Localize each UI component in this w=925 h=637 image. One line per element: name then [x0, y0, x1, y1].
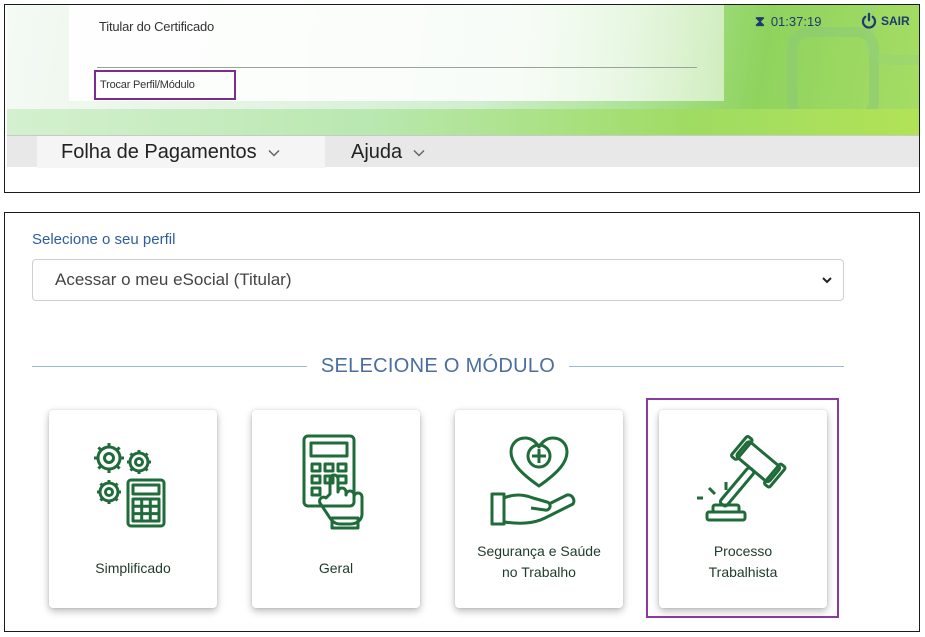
module-highlight: [646, 398, 839, 618]
module-label-line: Segurança e Saúde: [477, 543, 601, 559]
menu-item-label: Ajuda: [351, 140, 403, 163]
certificate-title: Titular do Certificado: [99, 19, 215, 34]
header-panel: Titular do Certificado Trocar Perfil/Mód…: [4, 4, 920, 193]
profile-label: Selecione o seu perfil: [32, 231, 176, 248]
calculator-hand-icon: [302, 434, 364, 530]
divider-line: [32, 365, 307, 367]
menu-item-label: Folha de Pagamentos: [61, 140, 257, 163]
module-label: Segurança e Saúde no Trabalho: [455, 541, 623, 583]
divider-line: [97, 67, 697, 68]
module-selection-panel: Selecione o seu perfil Acessar o meu eSo…: [4, 212, 920, 632]
profile-select-value: Acessar o meu eSocial (Titular): [55, 270, 292, 289]
logout-label: SAIR: [881, 14, 910, 28]
module-section-heading: SELECIONE O MÓDULO: [32, 354, 844, 378]
menu-item-ajuda[interactable]: Ajuda: [351, 136, 426, 168]
module-label: Simplificado: [95, 560, 171, 576]
session-timer-value: 01:37:19: [770, 14, 822, 29]
module-heading-text: SELECIONE O MÓDULO: [320, 354, 556, 377]
module-card-simplificado[interactable]: Simplificado: [49, 410, 217, 608]
profile-select[interactable]: Acessar o meu eSocial (Titular): [32, 259, 844, 301]
session-timer: ⧗ 01:37:19: [755, 13, 821, 30]
module-label-line: no Trabalho: [502, 564, 576, 580]
heart-hand-icon: [490, 436, 576, 526]
main-menu: Folha de Pagamentos Ajuda: [7, 135, 919, 168]
module-card-geral[interactable]: Geral: [252, 410, 420, 608]
module-card-seguranca-saude[interactable]: Segurança e Saúde no Trabalho: [455, 410, 623, 608]
menu-item-folha-de-pagamentos[interactable]: Folha de Pagamentos: [37, 136, 325, 168]
chevron-down-icon: [413, 149, 425, 157]
banner-stripe: [7, 109, 919, 135]
power-icon: [861, 12, 877, 29]
module-label: Geral: [318, 560, 354, 576]
chevron-down-icon: [822, 277, 832, 284]
chevron-down-icon: [268, 149, 280, 157]
switch-profile-link[interactable]: Trocar Perfil/Módulo: [100, 79, 195, 91]
divider-line: [569, 365, 844, 367]
hourglass-icon: ⧗: [755, 13, 765, 29]
logout-button[interactable]: SAIR: [860, 12, 910, 30]
switch-profile-highlight: Trocar Perfil/Módulo: [94, 70, 236, 100]
header-banner: Titular do Certificado Trocar Perfil/Mód…: [7, 5, 919, 135]
gears-calculator-icon: [94, 443, 166, 528]
